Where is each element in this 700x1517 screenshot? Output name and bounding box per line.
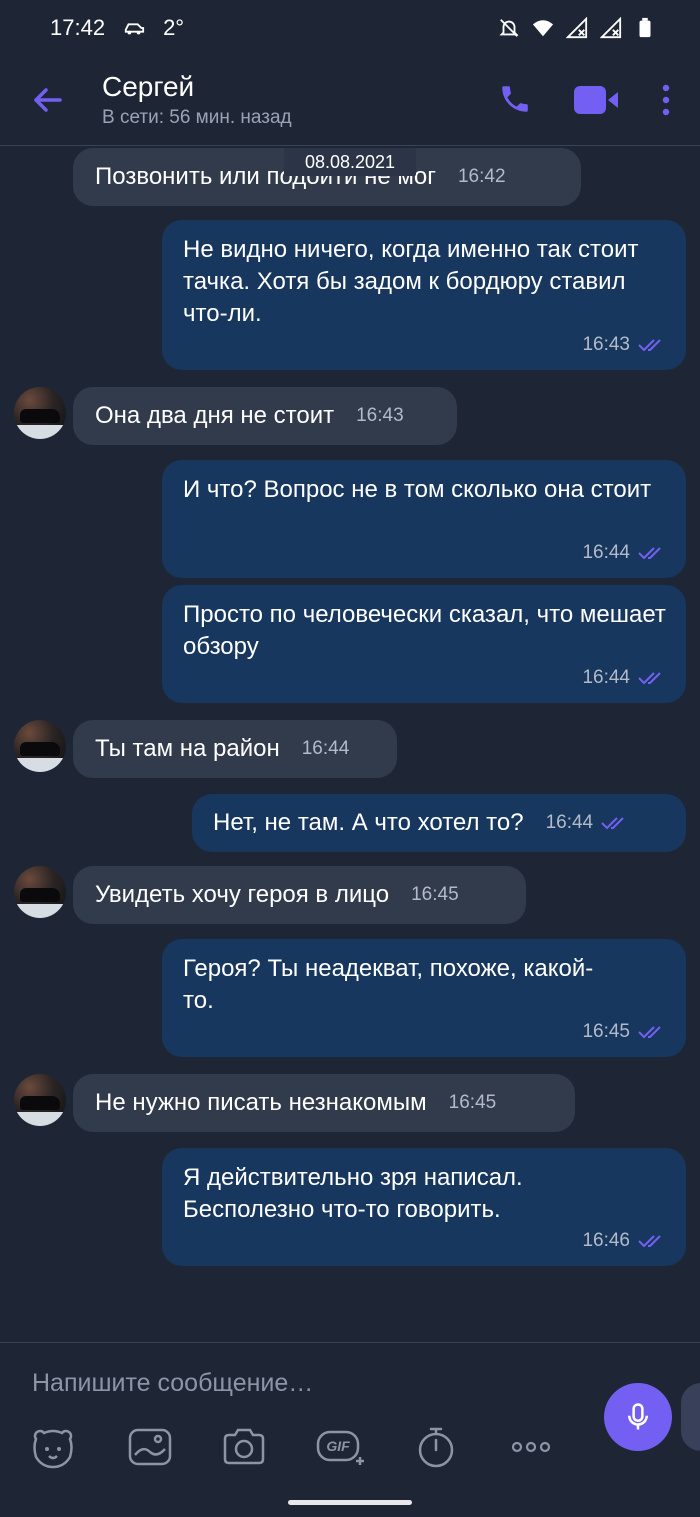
avatar[interactable] — [14, 387, 66, 439]
more-horizontal-icon[interactable] — [508, 1425, 554, 1469]
message-text: Она два дня не стоит — [95, 402, 335, 429]
message-time: 16:45 — [411, 884, 459, 905]
avatar[interactable] — [14, 1074, 66, 1126]
edge-peek — [681, 1383, 700, 1451]
message-time: 16:44 — [582, 542, 630, 563]
gif-label: GIF — [326, 1438, 350, 1454]
contact-name: Сергей — [102, 71, 195, 102]
phone-icon[interactable] — [498, 82, 532, 116]
message-input[interactable]: Напишите сообщение… — [32, 1369, 313, 1398]
message-text: Не видно ничего, когда именно так стоит … — [183, 236, 639, 327]
message-time: 16:43 — [582, 334, 630, 355]
message-composer: Напишите сообщение… GIF — [0, 1342, 700, 1517]
contact-status: В сети: 56 мин. назад — [102, 107, 292, 128]
home-indicator[interactable] — [288, 1500, 412, 1505]
sticker-icon[interactable] — [30, 1425, 76, 1469]
avatar[interactable] — [14, 720, 66, 772]
incoming-message[interactable]: Увидеть хочу героя в лицо 16:45 — [73, 866, 526, 924]
read-ticks-icon — [638, 547, 661, 560]
microphone-icon — [628, 1403, 648, 1430]
read-ticks-icon — [638, 672, 661, 685]
message-time: 16:44 — [301, 738, 350, 759]
video-camera-icon[interactable] — [574, 86, 620, 114]
camera-icon[interactable] — [221, 1425, 267, 1469]
message-time: 16:44 — [582, 667, 630, 688]
outgoing-message[interactable]: Нет, не там. А что хотел то? 16:44 — [192, 794, 686, 852]
message-text: Увидеть хочу героя в лицо — [95, 881, 390, 908]
message-time: 16:45 — [448, 1092, 497, 1113]
message-time: 16:43 — [356, 405, 404, 426]
gif-icon[interactable]: GIF — [316, 1425, 366, 1469]
read-ticks-icon — [638, 1026, 661, 1039]
outgoing-message[interactable]: Я действительно зря написал. Бесполезно … — [162, 1148, 686, 1266]
message-text: Героя? Ты неадекват, похоже, какой-то. — [183, 955, 594, 1014]
more-vertical-icon[interactable] — [656, 82, 676, 118]
message-list[interactable]: 08.08.2021 Позвонить или подойти не мог … — [0, 146, 700, 1342]
message-time: 16:45 — [582, 1021, 630, 1042]
message-text: И что? Вопрос не в том сколько она стоит — [183, 476, 652, 503]
message-time: 16:46 — [582, 1230, 630, 1251]
incoming-message[interactable]: Она два дня не стоит 16:43 — [73, 387, 457, 445]
read-ticks-icon — [638, 339, 661, 352]
status-temperature: 2° — [163, 15, 185, 40]
wifi-icon — [532, 20, 554, 37]
gallery-icon[interactable] — [127, 1425, 173, 1469]
avatar[interactable] — [14, 866, 66, 918]
back-arrow-icon[interactable] — [30, 82, 66, 118]
bell-off-icon — [499, 19, 519, 37]
read-ticks-icon — [601, 817, 624, 830]
incoming-message[interactable]: Не нужно писать незнакомым 16:45 — [73, 1074, 575, 1132]
signal-icon-2 — [600, 17, 622, 39]
timer-icon[interactable] — [413, 1425, 459, 1469]
outgoing-message[interactable]: И что? Вопрос не в том сколько она стоит… — [162, 460, 686, 578]
car-notification-icon — [124, 23, 145, 35]
contact-info[interactable]: Сергей В сети: 56 мин. назад — [102, 70, 292, 132]
battery-icon — [639, 17, 651, 38]
incoming-message[interactable]: Ты там на район 16:44 — [73, 720, 397, 778]
outgoing-message[interactable]: Не видно ничего, когда именно так стоит … — [162, 220, 686, 370]
message-text: Ты там на район — [95, 735, 280, 762]
chat-header: Сергей В сети: 56 мин. назад — [0, 56, 700, 146]
message-text: Нет, не там. А что хотел то? — [213, 809, 524, 836]
status-bar: 17:42 2° — [0, 0, 700, 56]
message-text: Я действительно зря написал. Бесполезно … — [183, 1164, 523, 1223]
outgoing-message[interactable]: Просто по человечески сказал, что мешает… — [162, 585, 686, 703]
outgoing-message[interactable]: Героя? Ты неадекват, похоже, какой-то. 1… — [162, 939, 686, 1057]
signal-icon — [566, 17, 588, 39]
message-time: 16:44 — [545, 812, 594, 833]
status-time: 17:42 — [50, 15, 106, 40]
microphone-button[interactable] — [604, 1383, 672, 1451]
message-time: 16:42 — [457, 166, 506, 187]
date-divider: 08.08.2021 — [284, 148, 416, 176]
message-text: Просто по человечески сказал, что мешает… — [183, 601, 666, 660]
message-text: Не нужно писать незнакомым — [95, 1089, 427, 1116]
read-ticks-icon — [638, 1235, 661, 1248]
